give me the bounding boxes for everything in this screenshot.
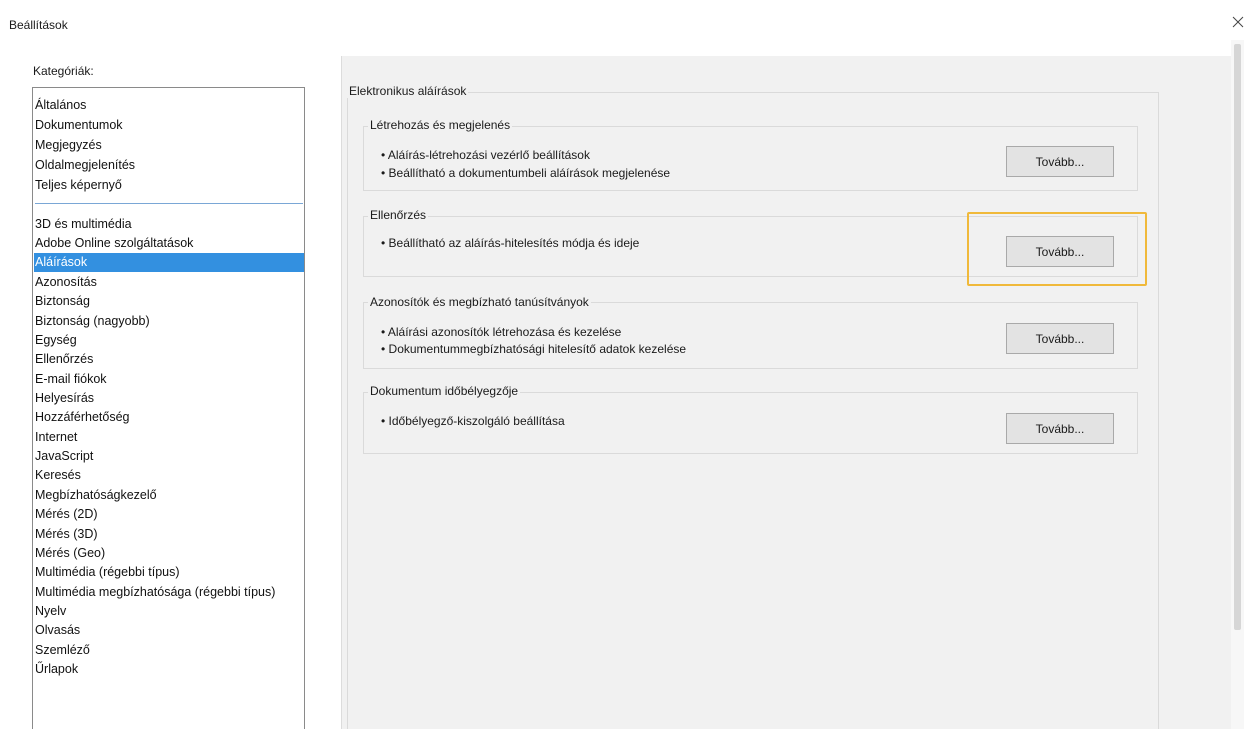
section-bullet: • Aláírási azonosítók létrehozása és kez… (381, 325, 622, 339)
category-item[interactable]: Ellenőrzés (34, 350, 304, 369)
category-item[interactable]: Megbízhatóságkezelő (34, 486, 304, 505)
category-item[interactable]: Egység (34, 331, 304, 350)
category-item[interactable]: Mérés (3D) (34, 525, 304, 544)
title-bar: Beállítások (0, 0, 1244, 40)
section-title: Dokumentum időbélyegzője (368, 384, 521, 398)
category-item[interactable]: 3D és multimédia (34, 215, 304, 234)
section-bullet: • Beállítható az aláírás-hitelesítés mód… (381, 236, 640, 250)
categories-label: Kategóriák: (33, 64, 94, 78)
category-item[interactable]: Megjegyzés (34, 136, 304, 155)
category-item[interactable]: Biztonság (nagyobb) (34, 312, 304, 331)
category-item[interactable]: Internet (34, 428, 304, 447)
category-item-selected[interactable]: Aláírások (34, 253, 304, 272)
scrollbar-thumb[interactable] (1234, 44, 1241, 630)
more-button-identities[interactable]: Tovább... (1006, 323, 1114, 354)
category-item[interactable]: Keresés (34, 466, 304, 485)
category-item[interactable]: Szemléző (34, 641, 304, 660)
category-item[interactable]: Mérés (2D) (34, 505, 304, 524)
section-bullet: • Időbélyegző-kiszolgáló beállítása (381, 414, 565, 428)
category-item[interactable]: Azonosítás (34, 273, 304, 292)
category-item[interactable]: Helyesírás (34, 389, 304, 408)
section-bullet: • Beállítható a dokumentumbeli aláírások… (381, 166, 671, 180)
category-item[interactable]: Hozzáférhetőség (34, 408, 304, 427)
category-separator (35, 203, 303, 204)
category-item[interactable]: Általános (34, 96, 304, 115)
category-item[interactable]: Oldalmegjelenítés (34, 156, 304, 175)
highlight-frame (967, 212, 1147, 286)
panel-title: Elektronikus aláírások (347, 84, 469, 98)
section-title: Azonosítók és megbízható tanúsítványok (368, 295, 591, 309)
section-bullet: • Dokumentummegbízhatósági hitelesítő ad… (381, 342, 687, 356)
more-button-timestamp[interactable]: Tovább... (1006, 413, 1114, 444)
category-item[interactable]: E-mail fiókok (34, 370, 304, 389)
section-title: Ellenőrzés (368, 208, 429, 222)
category-item[interactable]: Multimédia megbízhatósága (régebbi típus… (34, 583, 304, 602)
categories-list[interactable]: Általános Dokumentumok Megjegyzés Oldalm… (32, 87, 305, 729)
category-item[interactable]: Mérés (Geo) (34, 544, 304, 563)
window-title: Beállítások (9, 18, 68, 32)
category-item[interactable]: Nyelv (34, 602, 304, 621)
category-item[interactable]: Biztonság (34, 292, 304, 311)
section-title: Létrehozás és megjelenés (368, 118, 513, 132)
category-item[interactable]: Dokumentumok (34, 116, 304, 135)
category-item[interactable]: Olvasás (34, 621, 304, 640)
section-bullet: • Aláírás-létrehozási vezérlő beállításo… (381, 148, 590, 162)
category-item[interactable]: Multimédia (régebbi típus) (34, 563, 304, 582)
category-item[interactable]: JavaScript (34, 447, 304, 466)
category-item[interactable]: Teljes képernyő (34, 176, 304, 195)
category-item[interactable]: Űrlapok (34, 660, 304, 679)
more-button-creation[interactable]: Tovább... (1006, 146, 1114, 177)
category-item[interactable]: Adobe Online szolgáltatások (34, 234, 304, 253)
close-icon[interactable] (1232, 14, 1244, 30)
